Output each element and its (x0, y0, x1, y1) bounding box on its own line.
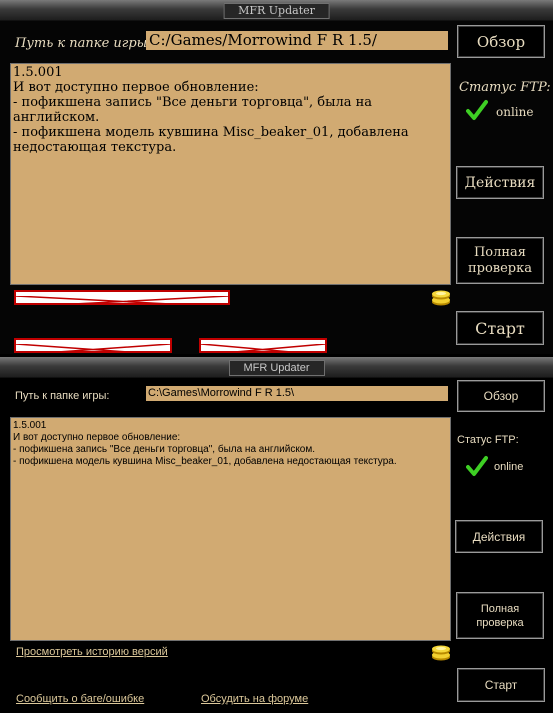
path-label-2: Путь к папке игры: (15, 390, 110, 402)
check-icon-2 (466, 455, 488, 477)
ftp-status-value-2: online (494, 461, 524, 473)
full-check-line2: проверка (467, 260, 533, 276)
check-icon (466, 99, 488, 121)
full-check-button[interactable]: Полная проверка (456, 237, 544, 284)
full-check-button-2[interactable]: Полная проверка (456, 592, 544, 639)
updater-window-plain: MFR Updater Путь к папке игры: C:\Games\… (0, 357, 553, 713)
path-label: Путь к папке игры: (15, 36, 152, 51)
full-check-line1: Полная (473, 244, 527, 260)
coins-icon-2[interactable] (430, 642, 452, 662)
full-check-line1-2: Полная (480, 602, 520, 615)
path-input-2[interactable]: C:\Games\Morrowind F R 1.5\ (146, 386, 448, 401)
window-title-2: MFR Updater (228, 360, 325, 376)
changelog-area-2[interactable]: 1.5.001 И вот доступно первое обновление… (10, 417, 451, 641)
bug-link-placeholder[interactable] (14, 338, 172, 353)
full-check-line2-2: проверка (476, 616, 524, 629)
window-title: MFR Updater (223, 3, 330, 19)
browse-button-2[interactable]: Обзор (457, 380, 545, 412)
path-input[interactable]: C:/Games/Morrowind F R 1.5/ (146, 31, 448, 50)
report-bug-link[interactable]: Сообщить о баге/ошибке (16, 693, 144, 705)
updater-window-fancy: MFR Updater Путь к папке игры: C:/Games/… (0, 0, 553, 354)
history-link-placeholder[interactable] (14, 290, 230, 305)
coins-icon[interactable] (430, 287, 452, 307)
actions-button-2[interactable]: Действия (455, 520, 543, 553)
ftp-status-value: online (496, 105, 534, 119)
title-bar: MFR Updater (0, 0, 553, 21)
changelog-area[interactable]: 1.5.001 И вот доступно первое обновление… (10, 63, 451, 285)
history-link[interactable]: Просмотреть историю версий (16, 646, 168, 658)
forum-link[interactable]: Обсудить на форуме (201, 693, 308, 705)
actions-button[interactable]: Действия (456, 166, 544, 199)
browse-button[interactable]: Обзор (457, 25, 545, 58)
start-button-2[interactable]: Старт (457, 668, 545, 702)
ftp-status-label-2: Статус FTP: (457, 434, 519, 446)
ftp-status-label: Статус FTP: (459, 80, 551, 95)
forum-link-placeholder[interactable] (199, 338, 327, 353)
start-button[interactable]: Старт (456, 311, 544, 345)
title-bar-2: MFR Updater (0, 357, 553, 378)
